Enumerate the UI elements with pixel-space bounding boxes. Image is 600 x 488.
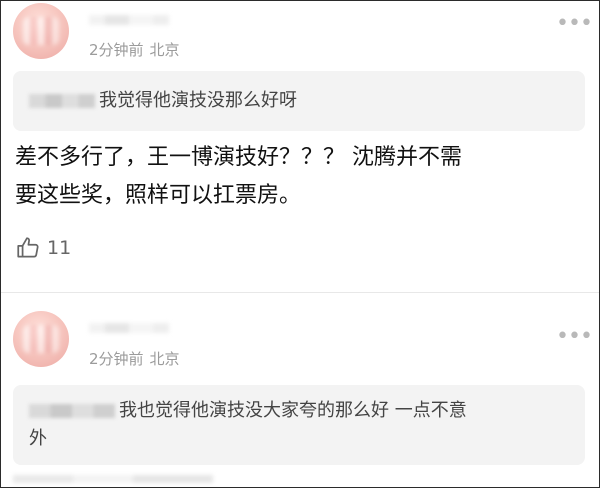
username-blurred[interactable] bbox=[89, 15, 169, 25]
comment-list: 2分钟前 北京 ••• 我觉得他演技没那么好呀 差不多行了，王一博演技好？？？ 沈… bbox=[0, 0, 600, 488]
comment-item: 2分钟前 北京 ••• 我也觉得他演技没大家夸的那么好 一点不意 外 bbox=[1, 293, 599, 487]
comment-text-line: 差不多行了，王一博演技好？？？ 沈腾并不需 bbox=[15, 145, 462, 170]
quoted-text: 我觉得他演技没那么好呀 bbox=[99, 90, 297, 111]
like-button[interactable]: 11 bbox=[15, 235, 71, 261]
quoted-reply[interactable]: 我觉得他演技没那么好呀 bbox=[13, 71, 585, 131]
more-options-icon[interactable]: ••• bbox=[556, 13, 593, 35]
comment-meta: 2分钟前 北京 bbox=[89, 348, 180, 369]
location: 北京 bbox=[149, 350, 180, 368]
quoted-username-blurred bbox=[29, 94, 95, 108]
location: 北京 bbox=[149, 41, 180, 59]
like-count: 11 bbox=[47, 237, 72, 259]
quoted-reply[interactable]: 我也觉得他演技没大家夸的那么好 一点不意 外 bbox=[13, 385, 585, 465]
timestamp: 2分钟前 bbox=[89, 350, 144, 368]
username-blurred[interactable] bbox=[89, 323, 169, 333]
comment-meta: 2分钟前 北京 bbox=[89, 39, 180, 60]
avatar[interactable] bbox=[13, 3, 69, 59]
quoted-text-line: 外 bbox=[29, 428, 47, 449]
quoted-text-line: 我也觉得他演技没大家夸的那么好 一点不意 bbox=[119, 400, 467, 421]
more-options-icon[interactable]: ••• bbox=[556, 326, 593, 348]
thumbs-up-icon bbox=[17, 237, 39, 258]
comment-text-line: 要这些奖，照样可以扛票房。 bbox=[15, 183, 302, 208]
avatar[interactable] bbox=[13, 311, 69, 367]
cropped-content bbox=[13, 475, 213, 483]
timestamp: 2分钟前 bbox=[89, 41, 144, 59]
comment-text: 差不多行了，王一博演技好？？？ 沈腾并不需 要这些奖，照样可以扛票房。 bbox=[15, 139, 590, 215]
comment-item: 2分钟前 北京 ••• 我觉得他演技没那么好呀 差不多行了，王一博演技好？？？ 沈… bbox=[1, 1, 599, 293]
quoted-username-blurred bbox=[29, 404, 115, 418]
